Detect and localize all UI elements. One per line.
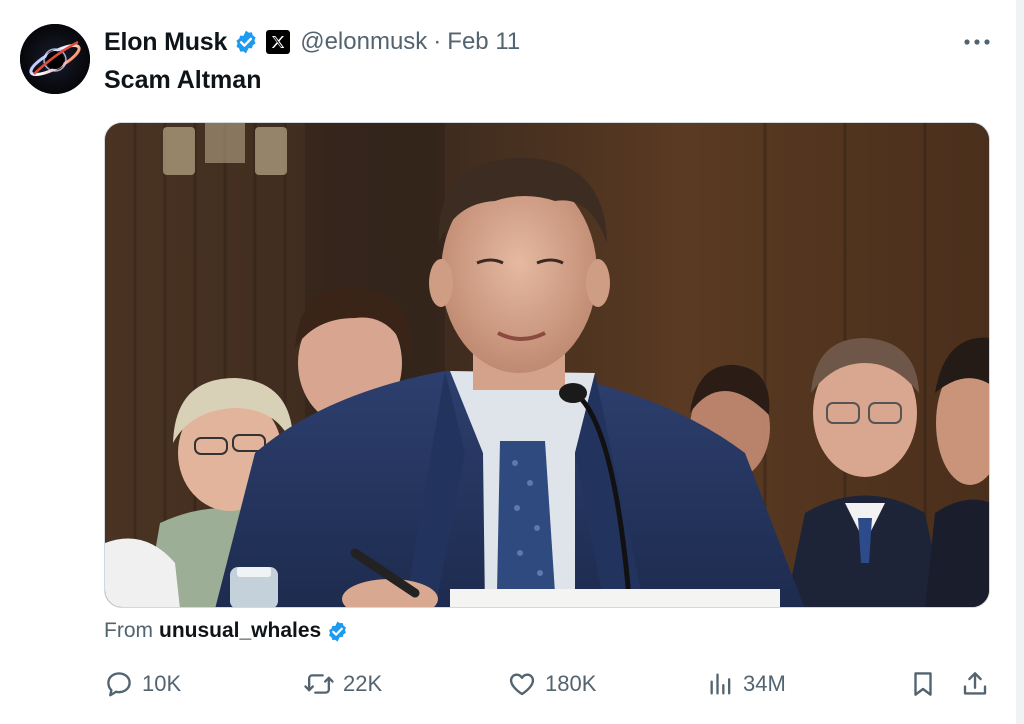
reply-count: 10K [142,671,182,696]
like-count: 180K [545,671,597,696]
attribution-source-link[interactable]: unusual_whales [159,619,321,643]
views-count: 34M [743,671,786,696]
tweet-card: Elon Musk @elonmusk · Feb 11 Scam Altman [0,0,1016,724]
action-bar: 10K 22K 180K 34M [0,664,1016,704]
hearing-photo [105,123,989,607]
share-button[interactable] [960,664,990,704]
more-options-icon[interactable] [960,30,994,54]
repost-icon [303,669,335,699]
reply-button[interactable]: 10K [104,664,181,704]
verified-badge-icon [326,620,349,643]
attribution-prefix: From [104,619,153,642]
reply-icon [104,669,134,699]
bookmark-button[interactable] [908,664,938,704]
repost-button[interactable]: 22K [303,664,382,704]
repost-count: 22K [343,671,383,696]
share-icon [960,669,990,699]
black-hole-avatar-image [20,24,90,94]
display-name[interactable]: Elon Musk [104,28,227,57]
author-handle[interactable]: @elonmusk [300,28,427,56]
media-attribution: From unusual_whales [104,616,349,646]
tweet-header: Elon Musk @elonmusk · Feb 11 [104,24,520,60]
tweet-media-video[interactable] [104,122,990,608]
views-icon [707,669,735,699]
scroll-edge [1016,0,1024,724]
like-button[interactable]: 180K [507,664,596,704]
x-affiliation-icon[interactable] [266,30,291,54]
verified-badge-icon [233,29,259,55]
like-icon [507,669,537,699]
views-button[interactable]: 34M [707,664,786,704]
header-separator: · [433,28,442,55]
tweet-text: Scam Altman [104,66,262,94]
bookmark-icon [908,669,938,699]
avatar[interactable] [20,24,90,94]
post-date[interactable]: Feb 11 [447,28,520,56]
